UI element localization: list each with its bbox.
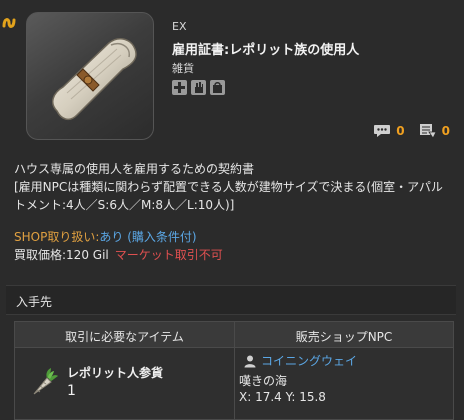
acquire-section-header: 入手先 [6,285,456,315]
market-note: マーケット取引不可 [114,248,223,262]
description-line: [雇用NPCは種類に関わらず配置できる人数が建物サイズで決まる(個室・アパル [14,180,443,194]
price-value: 120 Gil [66,248,109,262]
shop-value-link[interactable]: あり [99,230,123,244]
exchange-table: 取引に必要なアイテム 販売ショップNPC レポリット人参貨 1 コイニングウェイ… [14,321,454,420]
acquire-title: 入手先 [16,295,53,309]
price-label: 買取価格: [14,248,67,262]
report-count: 0 [441,124,450,138]
comment-counter[interactable]: 0 [373,124,405,138]
hand-icon [191,80,206,95]
item-description: ハウス専属の使用人を雇用するための契約書 [雇用NPCは種類に関わらず配置できる… [14,160,454,214]
person-icon [244,355,256,367]
bag-icon [210,80,225,95]
item-category: 雑貨 [172,62,194,75]
comment-count: 0 [396,124,405,138]
item-flags [172,80,225,96]
npc-name-link[interactable]: コイニングウェイ [261,352,357,369]
shop-info: SHOP取り扱い:あり (購入条件付) [14,228,197,246]
column-divider [234,322,235,419]
item-type-label: EX [172,20,187,33]
item-counters: 0 0 [373,123,450,139]
shop-label: SHOP取り扱い: [14,230,100,244]
column-header-item: 取引に必要なアイテム [65,330,184,344]
item-name: 雇用証書:レポリット族の使用人 [172,43,360,58]
purchase-condition-link[interactable]: (購入条件付) [127,230,196,244]
report-counter[interactable]: 0 [419,123,450,139]
description-line: ハウス専属の使用人を雇用するための契約書 [14,162,255,176]
comment-icon [374,125,391,137]
currency-quantity: 1 [67,383,76,399]
npc-row: コイニングウェイ [243,352,357,369]
item-header: EX 雇用証書:レポリット族の使用人 雑貨 0 0 [0,0,464,148]
carrot-icon[interactable] [29,366,59,398]
cross-icon [172,80,187,95]
npc-coordinates: X: 17.4 Y: 15.8 [239,390,326,404]
column-header-npc: 販売ショップNPC [295,330,393,344]
item-image [26,12,154,140]
currency-name[interactable]: レポリット人参貨 [67,364,163,381]
description-line: トメント:4人／S:6人／M:8人／L:10人)] [14,198,235,212]
tilde-sort-icon[interactable] [2,12,16,34]
report-icon [419,124,437,139]
sell-price: 買取価格:120 Gil マーケット取引不可 [14,246,223,264]
npc-area: 嘆きの海 [239,374,288,388]
